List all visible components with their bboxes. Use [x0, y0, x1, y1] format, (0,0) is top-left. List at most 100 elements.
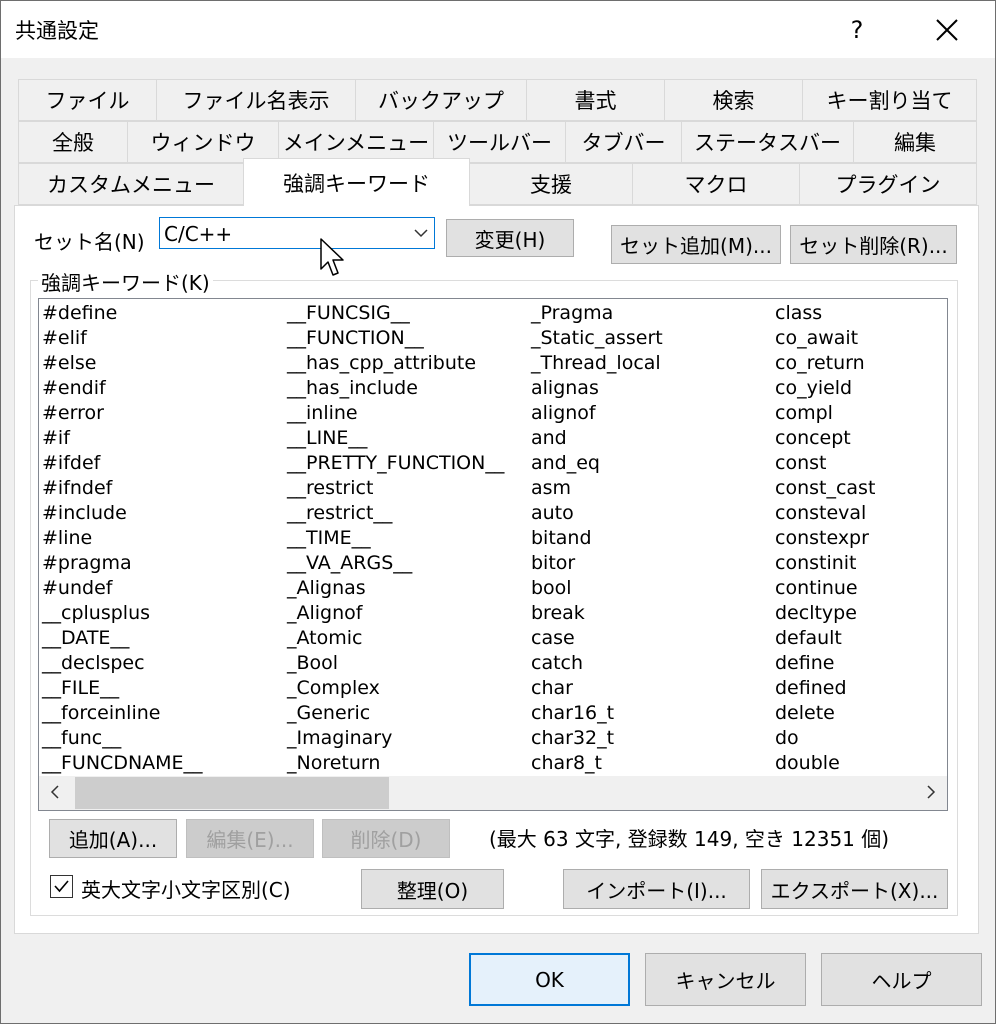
keyword-item[interactable]: char8_t [531, 751, 602, 776]
keyword-item[interactable]: continue [775, 576, 858, 601]
export-button[interactable]: エクスポート(X)... [761, 869, 948, 909]
keywords-list[interactable]: #define #elif #else #endif #error #if #ifdef #i… [38, 298, 948, 811]
delete-set-button[interactable]: セット削除(R)... [790, 225, 957, 264]
keyword-item[interactable]: #if [42, 426, 70, 451]
help-button[interactable]: ヘルプ [821, 953, 982, 1006]
keyword-item[interactable]: class [775, 301, 822, 326]
keyword-item[interactable]: bitor [531, 551, 575, 576]
keyword-item[interactable]: and_eq [531, 451, 600, 476]
keyword-item[interactable]: __PRETTY_FUNCTION__ [287, 451, 504, 476]
keyword-item[interactable]: co_yield [775, 376, 852, 401]
keyword-item[interactable]: char16_t [531, 701, 614, 726]
keyword-item[interactable]: #ifdef [42, 451, 100, 476]
keyword-item[interactable]: constinit [775, 551, 857, 576]
keyword-item[interactable]: bitand [531, 526, 592, 551]
keyword-item[interactable]: #pragma [42, 551, 132, 576]
keyword-item[interactable]: case [531, 626, 575, 651]
keyword-item[interactable]: char32_t [531, 726, 614, 751]
tab-highlight-keywords[interactable]: 強調キーワード [243, 158, 470, 206]
keyword-item[interactable]: #else [42, 351, 96, 376]
keyword-item[interactable]: alignof [531, 401, 596, 426]
keyword-item[interactable]: _Imaginary [287, 726, 392, 751]
tab-support[interactable]: 支援 [469, 163, 633, 205]
keyword-item[interactable]: __restrict [287, 476, 373, 501]
keyword-item[interactable]: __forceinline [42, 701, 160, 726]
keyword-item[interactable]: co_await [775, 326, 858, 351]
help-title-button[interactable]: ? [831, 1, 883, 58]
tab-key-assign[interactable]: キー割り当て [802, 79, 977, 121]
keyword-item[interactable]: concept [775, 426, 851, 451]
keyword-item[interactable]: consteval [775, 501, 866, 526]
horizontal-scrollbar[interactable] [39, 776, 947, 810]
scroll-left-icon[interactable] [49, 785, 61, 799]
keyword-item[interactable]: __DATE__ [42, 626, 129, 651]
tab-macro[interactable]: マクロ [632, 163, 800, 205]
delete-keyword-button[interactable]: 削除(D) [322, 819, 450, 858]
case-sensitive-checkbox[interactable] [50, 875, 73, 898]
keyword-item[interactable]: __restrict__ [287, 501, 392, 526]
keyword-item[interactable]: bool [531, 576, 572, 601]
scroll-right-icon[interactable] [925, 785, 937, 799]
edit-keyword-button[interactable]: 編集(E)... [186, 819, 314, 858]
tab-statusbar[interactable]: ステータスバー [681, 121, 854, 163]
tab-main-menu[interactable]: メインメニュー [278, 121, 434, 163]
keyword-item[interactable]: #include [42, 501, 127, 526]
keyword-item[interactable]: alignas [531, 376, 599, 401]
keyword-item[interactable]: __VA_ARGS__ [287, 551, 412, 576]
keyword-item[interactable]: define [775, 651, 834, 676]
keyword-item[interactable]: __inline [287, 401, 358, 426]
tab-filename-display[interactable]: ファイル名表示 [156, 79, 356, 121]
tab-format[interactable]: 書式 [526, 79, 665, 121]
keyword-item[interactable]: __func__ [42, 726, 121, 751]
keyword-item[interactable]: #define [42, 301, 117, 326]
keyword-item[interactable]: _Static_assert [531, 326, 663, 351]
keyword-item[interactable]: break [531, 601, 585, 626]
cancel-button[interactable]: キャンセル [645, 953, 806, 1006]
keyword-item[interactable]: default [775, 626, 842, 651]
keyword-item[interactable]: __LINE__ [287, 426, 367, 451]
keyword-item[interactable]: catch [531, 651, 583, 676]
keyword-item[interactable]: constexpr [775, 526, 869, 551]
tab-backup[interactable]: バックアップ [355, 79, 527, 121]
keyword-item[interactable]: asm [531, 476, 571, 501]
keyword-item[interactable]: _Generic [287, 701, 370, 726]
keyword-item[interactable]: _Thread_local [531, 351, 661, 376]
keyword-item[interactable]: char [531, 676, 573, 701]
keyword-item[interactable]: #undef [42, 576, 112, 601]
tab-file[interactable]: ファイル [18, 79, 157, 121]
keyword-item[interactable]: _Alignas [287, 576, 366, 601]
tab-plugin[interactable]: プラグイン [799, 163, 977, 205]
keyword-item[interactable]: const_cast [775, 476, 875, 501]
tab-search[interactable]: 検索 [664, 79, 803, 121]
keyword-item[interactable]: __has_include [287, 376, 418, 401]
keyword-item[interactable]: __FILE__ [42, 676, 119, 701]
keyword-item[interactable]: _Atomic [287, 626, 362, 651]
tab-tabbar[interactable]: タブバー [565, 121, 682, 163]
close-button[interactable] [911, 1, 983, 58]
keyword-item[interactable]: auto [531, 501, 574, 526]
add-keyword-button[interactable]: 追加(A)... [49, 819, 177, 858]
scrollbar-thumb[interactable] [75, 777, 389, 809]
keyword-item[interactable]: __has_cpp_attribute [287, 351, 476, 376]
keyword-item[interactable]: decltype [775, 601, 857, 626]
keyword-item[interactable]: #ifndef [42, 476, 112, 501]
tab-edit[interactable]: 編集 [853, 121, 977, 163]
keyword-item[interactable]: __FUNCSIG__ [287, 301, 410, 326]
tab-toolbar[interactable]: ツールバー [433, 121, 566, 163]
keyword-item[interactable]: delete [775, 701, 835, 726]
keyword-item[interactable]: __FUNCTION__ [287, 326, 424, 351]
tab-general[interactable]: 全般 [18, 121, 128, 163]
keyword-item[interactable]: _Complex [287, 676, 380, 701]
change-button[interactable]: 変更(H) [446, 219, 574, 257]
tab-window[interactable]: ウィンドウ [127, 121, 279, 163]
keyword-item[interactable]: #error [42, 401, 104, 426]
keyword-item[interactable]: co_return [775, 351, 865, 376]
import-button[interactable]: インポート(I)... [563, 869, 750, 909]
keyword-item[interactable]: #line [42, 526, 92, 551]
add-set-button[interactable]: セット追加(M)... [611, 225, 781, 264]
keyword-item[interactable]: __declspec [42, 651, 145, 676]
case-sensitive-label[interactable]: 英大文字小文字区別(C) [81, 874, 291, 903]
keyword-item[interactable]: compl [775, 401, 833, 426]
tab-custom-menu[interactable]: カスタムメニュー [18, 163, 244, 205]
ok-button[interactable]: OK [469, 953, 630, 1006]
